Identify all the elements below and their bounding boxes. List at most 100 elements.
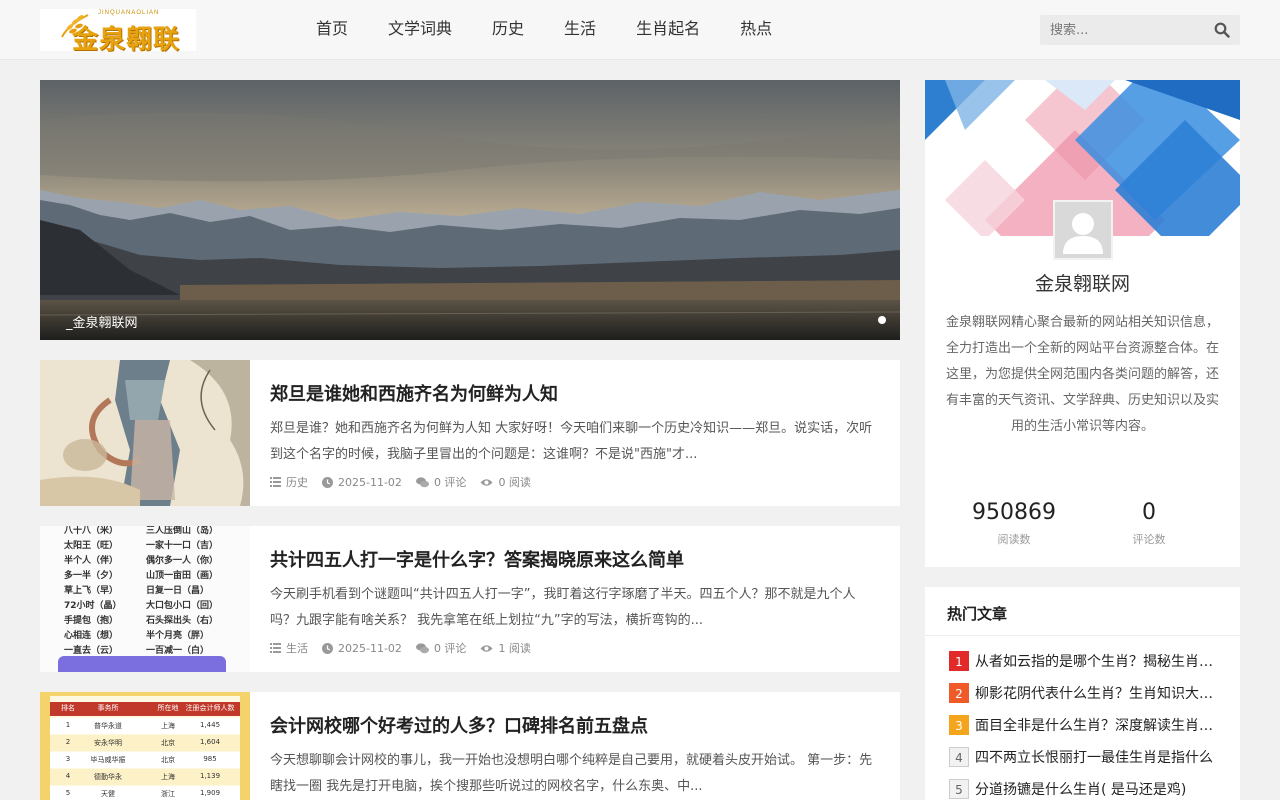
site-logo[interactable]: JINQUANAOLIAN 金泉翱联 [40,9,196,55]
riddle-text: 72小时（晶） [64,601,122,611]
table-cell: 1 [65,721,71,729]
table-row: 2 安永华明 北京 1,604 [50,735,240,751]
riddle-text: 八十八（米） [64,526,119,536]
hot-article-item[interactable]: 2 柳影花阴代表什么生肖？生肖知识大揭秘 [949,682,1224,704]
hot-article-item[interactable]: 3 面目全非是什么生肖？深度解读生肖寓意 [949,714,1224,736]
clock-icon [322,476,333,488]
table-row: 4 德勤华永 上海 1,139 [50,769,240,785]
riddle-text: 三人压倒山（岛） [146,526,219,536]
table-cell: 1,604 [199,738,221,746]
table-cell: 毕马威华振 [90,756,126,764]
slider-dot[interactable] [878,316,886,324]
ranking-table-image: 排名 事务所 所在地 注册会计师人数 1 普华永道 上海 1,445 2 安永华明 北京 1,604 3… [50,696,240,800]
article-thumbnail[interactable]: 八十八（米） 三人压倒山（岛） 太阳王（旺） 一家十一口（吉） 半个人（伴） 偶尔多一人（… [40,526,250,672]
meta-category[interactable]: 生活 [270,640,308,656]
meta-category[interactable]: 历史 [270,474,308,490]
article-title[interactable]: 共计四五人打一字是什么字？答案揭晓原来这么简单 [270,546,870,572]
rank-badge: 5 [949,779,969,799]
riddle-text: 心相连（想） [64,631,119,641]
divider [925,635,1240,636]
hot-article-title[interactable]: 分道扬镳是什么生肖( 是马还是鸡) [975,779,1186,799]
nav-item-life[interactable]: 生活 [544,0,616,60]
table-header-cell: 事务所 [97,704,119,712]
comment-icon [415,642,429,653]
riddle-text: 石头探出头（右） [146,616,219,626]
table-header: 排名 事务所 所在地 注册会计师人数 [50,702,240,716]
hot-article-item[interactable]: 5 分道扬镳是什么生肖( 是马还是鸡) [949,778,1224,800]
table-cell: 北京 [161,756,175,764]
hot-article-title[interactable]: 四不两立长恨丽打一最佳生肖是指什么 [975,747,1213,767]
table-cell: 安永华明 [94,739,122,747]
table-cell: 1,139 [199,772,221,780]
table-cell: 上海 [161,722,175,730]
riddle-text: 太阳王（旺） [64,541,119,551]
logo-text: 金泉翱联 [72,25,181,55]
article-excerpt: 今天想聊聊会计网校的事儿，我一开始也没想明白哪个纯粹是自己要用，就硬着头皮开始试… [270,753,873,794]
rank-badge: 2 [949,683,969,703]
eye-icon [480,478,493,486]
riddle-text: 半个月亮（胖） [146,631,210,641]
nav-item-home[interactable]: 首页 [296,0,368,60]
hot-article-title[interactable]: 柳影花阴代表什么生肖？生肖知识大揭秘 [975,683,1224,703]
views-label: 0 阅读 [498,476,531,489]
article-thumbnail[interactable] [40,360,250,506]
comments-stat-label: 评论数 [1132,533,1166,546]
article-meta: 生活 2025-11-02 0 评论 1 阅读 [270,640,545,656]
article-thumbnail[interactable]: 排名 事务所 所在地 注册会计师人数 1 普华永道 上海 1,445 2 安永华明 北京 1,604 3… [40,692,250,800]
riddle-text: 一直去（云） [64,646,119,656]
hot-article-title[interactable]: 面目全非是什么生肖？深度解读生肖寓意 [975,715,1224,735]
comment-icon [415,476,429,487]
eye-icon [480,644,493,652]
comments-count: 0 [1142,500,1156,525]
riddle-text: 偶尔多一人（你） [146,556,219,566]
meta-views: 0 阅读 [480,474,531,490]
riddle-text: 山顶一亩田（画） [146,571,219,581]
nav-item-literature-dictionary[interactable]: 文学词典 [368,0,472,60]
table-header-cell: 排名 [61,704,75,712]
table-row: 3 毕马威华振 北京 985 [50,752,240,768]
article-excerpt: 郑旦是谁？她和西施齐名为何鲜为人知 大家好呀！今天咱们来聊一个历史冷知识——郑旦… [270,421,873,462]
meta-date: 2025-11-02 [322,476,402,489]
banner-image [40,80,900,340]
clock-icon [322,642,333,654]
hot-article-title[interactable]: 从者如云指的是哪个生肖？揭秘生肖知识 [975,651,1224,671]
banner-slider[interactable]: _金泉翱联网 [40,80,900,340]
category-label: 生活 [286,642,308,655]
hot-article-item[interactable]: 1 从者如云指的是哪个生肖？揭秘生肖知识 [949,650,1224,672]
profile-description: 金泉翱联网精心聚合最新的网站相关知识信息，全力打造出一个全新的网站平台资源整合体… [945,315,1219,434]
riddle-text: 手提包（抱） [64,616,119,626]
profile-name: 金泉翱联网 [1034,273,1130,295]
profile-card: 金泉翱联网 金泉翱联网精心聚合最新的网站相关知识信息，全力打造出一个全新的网站平… [925,80,1240,567]
meta-date: 2025-11-02 [322,642,402,655]
article-card[interactable]: 郑旦是谁她和西施齐名为何鲜为人知 郑旦是谁？她和西施齐名为何鲜为人知 大家好呀！… [40,360,900,506]
rank-badge: 4 [949,747,969,767]
meta-comments: 0 评论 [415,474,467,490]
search-icon[interactable] [1214,22,1230,38]
nav-item-zodiac-naming[interactable]: 生肖起名 [616,0,720,60]
riddle-text: 半个人（伴） [64,556,119,566]
article-title[interactable]: 会计网校哪个好考过的人多？口碑排名前五盘点 [270,712,870,738]
hot-article-item[interactable]: 4 四不两立长恨丽打一最佳生肖是指什么 [949,746,1224,768]
article-card[interactable]: 排名 事务所 所在地 注册会计师人数 1 普华永道 上海 1,445 2 安永华明 北京 1,604 3… [40,692,900,800]
nav-item-history[interactable]: 历史 [472,0,544,60]
avatar[interactable] [1053,200,1113,260]
article-excerpt: 今天刷手机看到个谜题叫“共计四五人打一字”，我盯着这行字琢磨了半天。四五个人？那… [270,587,856,628]
riddle-text: 一百减一（白） [146,646,210,656]
widget-title: 热门文章 [947,605,1008,623]
list-icon [270,477,281,487]
stat-comments: 0 评论数 [1070,500,1228,547]
search-input[interactable] [1040,15,1200,45]
views-label: 1 阅读 [498,642,531,655]
table-cell: 上海 [161,773,175,781]
main-nav: 首页 文学词典 历史 生活 生肖起名 热点 [296,0,792,60]
user-icon [1063,213,1103,254]
article-title[interactable]: 郑旦是谁她和西施齐名为何鲜为人知 [270,380,870,406]
riddle-list-image: 八十八（米） 三人压倒山（岛） 太阳王（旺） 一家十一口（吉） 半个人（伴） 偶尔多一人（… [40,526,250,672]
search-box [1040,15,1240,45]
meta-comments: 0 评论 [415,640,466,656]
article-card[interactable]: 八十八（米） 三人压倒山（岛） 太阳王（旺） 一家十一口（吉） 半个人（伴） 偶尔多一人（… [40,526,900,672]
riddle-text: 日复一日（昌） [146,586,210,596]
riddle-text: 多一半（夕） [64,571,119,581]
nav-item-hot[interactable]: 热点 [720,0,792,60]
comments-label: 0 评论 [433,476,467,489]
